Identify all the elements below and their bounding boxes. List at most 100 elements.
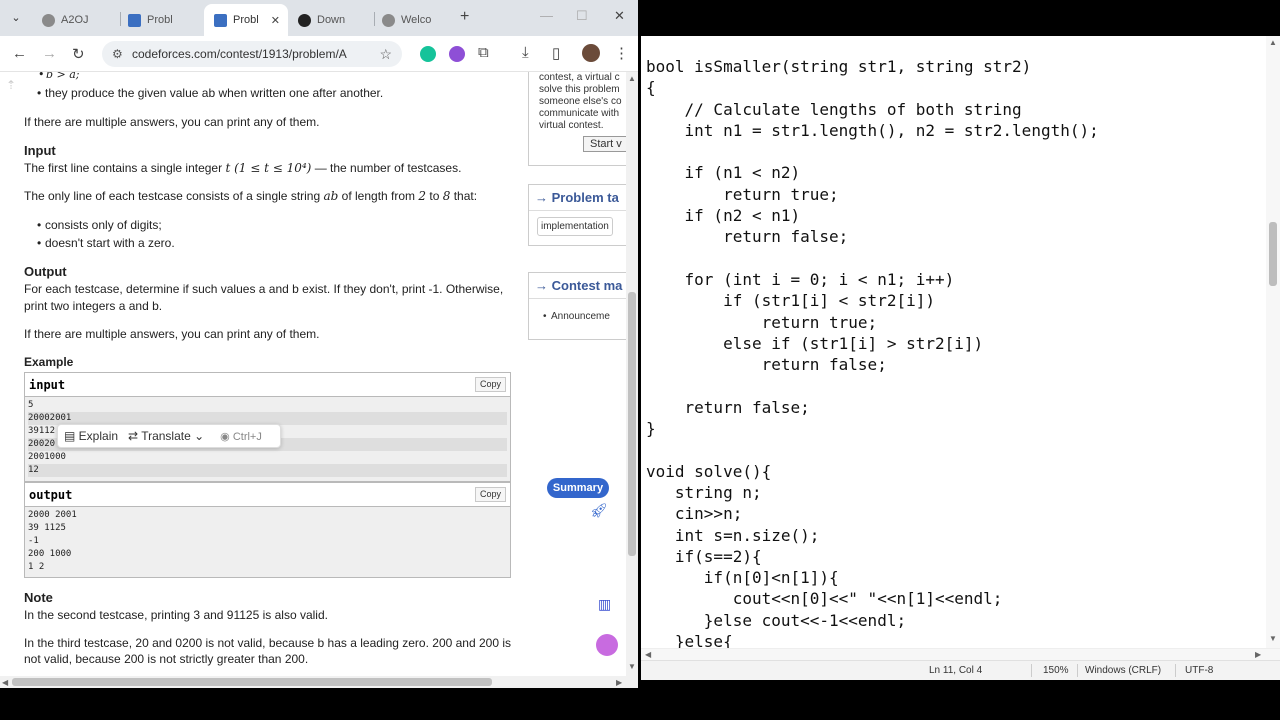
example-output-box: output Copy 2000 2001 39 1125 -1 200 1000…	[24, 482, 511, 578]
input-line-1: The first line contains a single integer…	[24, 161, 462, 175]
virtual-contest-box: contest, a virtual c solve this problem …	[528, 72, 626, 166]
output-line: -1	[28, 536, 39, 546]
shortcut-hint: ◉ Ctrl+J	[220, 430, 262, 443]
tab-problem-1[interactable]: Probl	[118, 6, 200, 34]
translate-button[interactable]: ⇄ Translate ⌄	[128, 429, 204, 443]
output-label: output	[29, 488, 73, 502]
book-icon[interactable]: ▥	[598, 596, 611, 613]
explain-button[interactable]: ▤ Explain	[64, 429, 118, 443]
contest-materials-title: → Contest ma	[529, 273, 626, 299]
site-info-icon[interactable]: ⚙	[112, 41, 123, 67]
output-content[interactable]: 2000 2001 39 1125 -1 200 1000 1 2	[25, 507, 510, 577]
page-scrollbar[interactable]: ▲ ▼	[626, 72, 638, 676]
line-ending[interactable]: Windows (CRLF)	[1085, 665, 1161, 676]
contest-materials-box: → Contest ma Announceme	[528, 272, 626, 340]
address-bar[interactable]: ⚙ codeforces.com/contest/1913/problem/A …	[102, 41, 402, 67]
selection-popup: ▤ Explain ⇄ Translate ⌄ ◉ Ctrl+J	[57, 424, 281, 448]
problem-tags-box: → Problem ta implementation	[528, 184, 626, 246]
menu-icon[interactable]: ⋮	[614, 44, 629, 62]
tab-bar: ⌄ A2OJ Probl Probl ✕ Down Welco + — ☐ ✕	[0, 0, 638, 36]
constraint-item: consists only of digits;	[37, 218, 162, 232]
rocket-icon[interactable]: 🚀︎	[590, 502, 608, 519]
grammarly-icon[interactable]	[420, 46, 436, 62]
output-line-2: print two integers a and b.	[24, 299, 163, 313]
url-text: codeforces.com/contest/1913/problem/A	[132, 47, 347, 61]
reload-button[interactable]: ↻	[72, 45, 85, 63]
tab-label: Probl	[147, 14, 173, 26]
start-virtual-contest-button[interactable]: Start v	[583, 136, 626, 152]
github-icon	[298, 13, 311, 27]
minimize-button[interactable]: —	[540, 8, 553, 23]
output-line: 1 2	[28, 562, 45, 572]
ai-brain-icon[interactable]	[596, 634, 618, 656]
tab-label: Probl	[233, 14, 259, 26]
output-line-1: For each testcase, determine if such val…	[24, 282, 504, 296]
note-heading: Note	[24, 590, 53, 605]
note-line: In the second testcase, printing 3 and 9…	[24, 608, 328, 622]
problem-page: ⇡ b > a; they produce the given value ab…	[0, 72, 626, 676]
tab-download[interactable]: Down	[288, 6, 370, 34]
status-bar: Ln 11, Col 4 150% Windows (CRLF) UTF-8	[641, 660, 1280, 680]
condition-text: b > a;	[38, 72, 79, 81]
encoding[interactable]: UTF-8	[1185, 665, 1213, 676]
avatar[interactable]	[582, 44, 600, 62]
maximize-button[interactable]: ☐	[576, 8, 588, 24]
close-tab-icon[interactable]: ✕	[271, 14, 280, 27]
condition-text: they produce the given value ab when wri…	[37, 86, 383, 100]
tab-problem-active[interactable]: Probl ✕	[204, 4, 288, 36]
editor-horizontal-scrollbar[interactable]: ◀ ▶	[641, 648, 1280, 660]
zoom-level[interactable]: 150%	[1043, 665, 1069, 676]
example-heading: Example	[24, 355, 74, 369]
code-editor[interactable]: bool isSmaller(string str1, string str2)…	[646, 56, 1099, 652]
tab-label: Welco	[401, 14, 432, 26]
page-scroll-thumb[interactable]	[628, 292, 636, 556]
browser-toolbar: ← → ↻ ⚙ codeforces.com/contest/1913/prob…	[0, 36, 638, 72]
paragraph: If there are multiple answers, you can p…	[24, 327, 320, 341]
problem-tags-title: → Problem ta	[529, 185, 626, 211]
output-line: 2000 2001	[28, 510, 77, 520]
globe-icon	[42, 13, 55, 27]
tab-search-button[interactable]: ⌄	[6, 8, 26, 28]
close-window-button[interactable]: ✕	[614, 8, 625, 24]
extension-icon[interactable]	[449, 46, 465, 62]
input-line: 5	[28, 400, 34, 410]
note-line: In the third testcase, 20 and 0200 is no…	[24, 636, 512, 650]
tab-a2oj[interactable]: A2OJ	[32, 6, 114, 34]
copy-input-button[interactable]: Copy	[474, 377, 506, 392]
input-line-2: The only line of each testcase consists …	[24, 189, 478, 203]
download-icon[interactable]: ⤓	[522, 44, 529, 61]
browser-window: ⌄ A2OJ Probl Probl ✕ Down Welco + — ☐ ✕ ←…	[0, 0, 638, 688]
codeforces-icon	[128, 13, 141, 27]
copy-output-button[interactable]: Copy	[474, 487, 506, 502]
globe-icon	[382, 13, 395, 27]
note-line: not valid, because 200 is not strictly g…	[24, 652, 309, 666]
summary-button[interactable]: Summary	[547, 478, 609, 498]
output-line: 200 1000	[28, 549, 72, 559]
notepad-window: bool isSmaller(string str1, string str2)…	[641, 36, 1280, 680]
editor-scroll-thumb[interactable]	[1269, 222, 1277, 286]
back-button[interactable]: ←	[12, 45, 27, 62]
output-heading: Output	[24, 264, 67, 279]
codeforces-icon	[214, 13, 227, 27]
input-line: 2001000	[28, 452, 66, 462]
new-tab-button[interactable]: +	[460, 8, 469, 26]
side-panel-icon[interactable]: ▯	[552, 44, 560, 62]
extensions-puzzle-icon[interactable]: ⧉	[478, 44, 489, 61]
editor-scrollbar[interactable]: ▲ ▼	[1266, 36, 1280, 648]
tab-welcome[interactable]: Welco	[372, 6, 454, 34]
tab-label: A2OJ	[61, 14, 89, 26]
input-label: input	[29, 378, 66, 392]
announcement-link[interactable]: Announceme	[543, 311, 610, 322]
page-horizontal-thumb[interactable]	[12, 678, 492, 686]
scroll-up-icon[interactable]: ⇡	[6, 78, 16, 92]
forward-button[interactable]: →	[42, 45, 57, 62]
tab-label: Down	[317, 14, 346, 26]
bookmark-star-icon[interactable]: ☆	[379, 41, 392, 67]
constraint-item: doesn't start with a zero.	[37, 236, 175, 250]
tag-implementation[interactable]: implementation	[537, 217, 613, 236]
input-heading: Input	[24, 143, 56, 158]
paragraph: If there are multiple answers, you can p…	[24, 115, 320, 129]
page-horizontal-scrollbar[interactable]: ◀ ▶	[0, 676, 638, 688]
input-line: 12	[28, 464, 507, 477]
output-line: 39 1125	[28, 523, 66, 533]
